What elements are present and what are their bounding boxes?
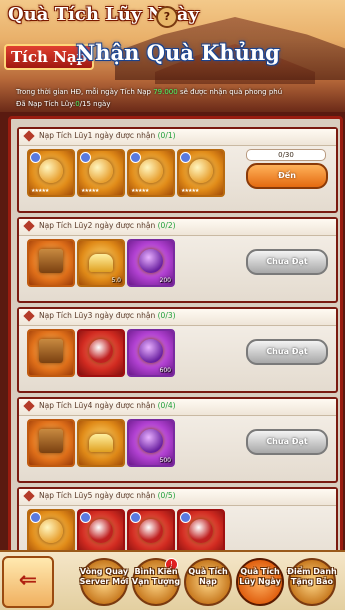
- gold-bar-item[interactable]: [77, 419, 125, 467]
- reward-card: Nạp Tích Lũy1 ngày được nhận (0/1) ★★★★★…: [17, 127, 338, 213]
- not-reached-button[interactable]: Chưa Đạt: [246, 339, 328, 365]
- card-title: Nạp Tích Lũy2 ngày được nhận (0/2): [39, 221, 176, 230]
- tab-binh-kien-van-tuong[interactable]: ! Bình Kiến Vạn Tượng: [132, 558, 180, 606]
- red-amulet-item[interactable]: [177, 509, 225, 553]
- red-amulet-item[interactable]: [127, 509, 175, 553]
- card-title: Nạp Tích Lũy5 ngày được nhận (0/5): [39, 491, 176, 500]
- back-arrow-icon[interactable]: ⇐: [2, 556, 54, 608]
- card-header: Nạp Tích Lũy3 ngày được nhận (0/3): [19, 309, 336, 326]
- rarity-badge-icon: [180, 512, 191, 523]
- rarity-badge-icon: [30, 152, 41, 163]
- tab-diem-danh-tang-bao[interactable]: Điểm Danh Tặng Bảo: [287, 558, 337, 606]
- go-button[interactable]: Đến: [246, 163, 328, 189]
- diamond-icon: [23, 310, 35, 322]
- bottom-nav: ⇐ Vòng Quay Server Mới ! Bình Kiến Vạn T…: [0, 550, 345, 610]
- card-header: Nạp Tích Lũy4 ngày được nhận (0/4): [19, 399, 336, 416]
- card-title: Nạp Tích Lũy1 ngày được nhận (0/1): [39, 131, 176, 140]
- card-title: Nạp Tích Lũy4 ngày được nhận (0/4): [39, 401, 176, 410]
- rarity-badge-icon: [80, 512, 91, 523]
- purple-gem-item[interactable]: 500: [127, 419, 175, 467]
- gold-ingot-item[interactable]: ★★★★★: [127, 149, 175, 197]
- diamond-icon: [23, 490, 35, 502]
- gold-ingot-item[interactable]: ★★★★★: [177, 149, 225, 197]
- tab-qua-tich-luy-ngay[interactable]: Quà Tích Lũy Ngày: [236, 558, 284, 606]
- card-header: Nạp Tích Lũy2 ngày được nhận (0/2): [19, 219, 336, 236]
- card-header: Nạp Tích Lũy5 ngày được nhận (0/5): [19, 489, 336, 506]
- reward-card: Nạp Tích Lũy4 ngày được nhận (0/4) 500 C…: [17, 397, 338, 483]
- reward-card: Nạp Tích Lũy3 ngày được nhận (0/3) 600 C…: [17, 307, 338, 393]
- purple-gem-item[interactable]: 600: [127, 329, 175, 377]
- stars-icon: ★★★★★: [181, 188, 199, 194]
- not-reached-button[interactable]: Chưa Đạt: [246, 249, 328, 275]
- recharge-progress: Đã Nạp Tích Lũy:0/15 ngày: [16, 100, 111, 108]
- rarity-badge-icon: [30, 512, 41, 523]
- diamond-icon: [23, 400, 35, 412]
- purple-gem-item[interactable]: 200: [127, 239, 175, 287]
- diamond-icon: [23, 130, 35, 142]
- card-header: Nạp Tích Lũy1 ngày được nhận (0/1): [19, 129, 336, 146]
- gold-ingot-item[interactable]: ★★★★★: [27, 149, 75, 197]
- headline: Nhận Quà Khủng: [76, 40, 280, 65]
- reward-card: Nạp Tích Lũy2 ngày được nhận (0/2) 5.0 2…: [17, 217, 338, 303]
- stars-icon: ★★★★★: [81, 188, 99, 194]
- event-description: Trong thời gian HĐ, mỗi ngày Tích Nạp 79…: [16, 88, 283, 96]
- gold-ingot-item[interactable]: ★★★★★: [77, 149, 125, 197]
- stars-icon: ★★★★★: [31, 188, 49, 194]
- diamond-icon: [23, 220, 35, 232]
- rarity-badge-icon: [130, 152, 141, 163]
- help-icon[interactable]: ?: [156, 6, 178, 28]
- gold-ingot-item[interactable]: [27, 509, 75, 553]
- red-amulet-item[interactable]: [77, 329, 125, 377]
- reward-card: Nạp Tích Lũy5 ngày được nhận (0/5): [17, 487, 338, 553]
- rewards-panel[interactable]: Nạp Tích Lũy1 ngày được nhận (0/1) ★★★★★…: [8, 116, 343, 556]
- stars-icon: ★★★★★: [131, 188, 149, 194]
- card-title: Nạp Tích Lũy3 ngày được nhận (0/3): [39, 311, 176, 320]
- day-progress: 0/30: [246, 149, 326, 161]
- treasure-chest-item[interactable]: [27, 329, 75, 377]
- tab-qua-tich-nap[interactable]: Quà Tích Nạp: [184, 558, 232, 606]
- rarity-badge-icon: [130, 512, 141, 523]
- red-amulet-item[interactable]: [77, 509, 125, 553]
- header-banner: Quà Tích Lũy Ngày ? Tích Nạp Nhận Quà Kh…: [0, 0, 345, 112]
- treasure-chest-item[interactable]: [27, 419, 75, 467]
- treasure-chest-item[interactable]: [27, 239, 75, 287]
- rarity-badge-icon: [80, 152, 91, 163]
- not-reached-button[interactable]: Chưa Đạt: [246, 429, 328, 455]
- gold-bar-item[interactable]: 5.0: [77, 239, 125, 287]
- tab-vong-quay-server-moi[interactable]: Vòng Quay Server Mới: [80, 558, 128, 606]
- rarity-badge-icon: [180, 152, 191, 163]
